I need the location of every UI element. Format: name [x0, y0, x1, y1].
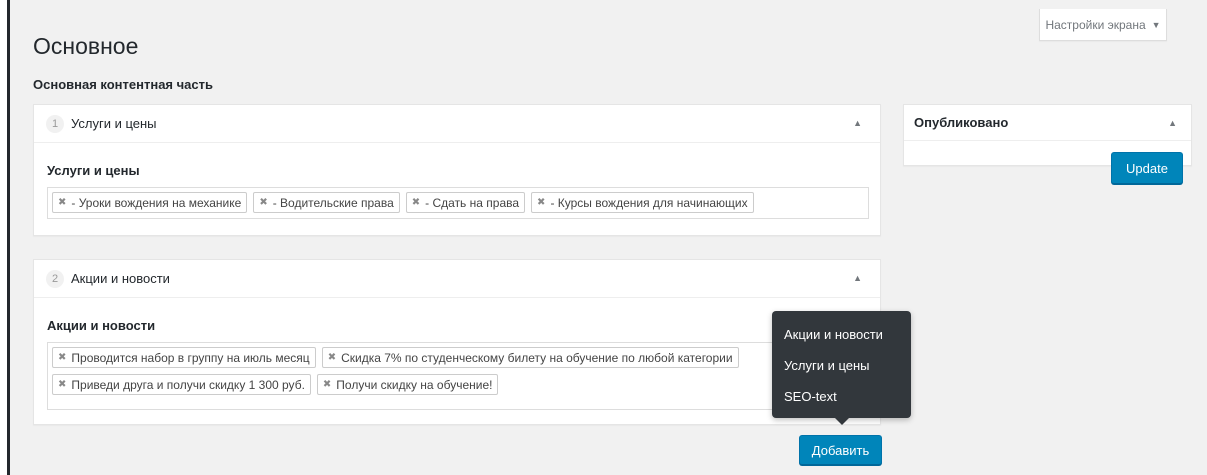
- close-icon[interactable]: ✖: [259, 197, 267, 208]
- popup-item-seo[interactable]: SEO-text: [772, 381, 911, 412]
- close-icon[interactable]: ✖: [537, 197, 545, 208]
- add-layout-popup: Акции и новости Услуги и цены SEO-text: [772, 311, 911, 425]
- relationship-item[interactable]: ✖ - Водительские права: [253, 192, 400, 213]
- relationship-item[interactable]: ✖ - Сдать на права: [405, 192, 526, 213]
- close-icon[interactable]: ✖: [58, 379, 66, 390]
- popup-item-services[interactable]: Услуги и цены: [772, 350, 911, 381]
- section-label: Основная контентная часть: [33, 77, 213, 92]
- layout-handle[interactable]: 1 Услуги и цены ▲: [34, 105, 880, 143]
- layout-title: Акции и новости: [71, 271, 170, 286]
- field-label: Услуги и цены: [47, 163, 140, 178]
- relationship-item[interactable]: ✖ Приведи друга и получи скидку 1 300 руб…: [52, 374, 311, 395]
- close-icon[interactable]: ✖: [412, 197, 420, 208]
- close-icon[interactable]: ✖: [323, 379, 331, 390]
- add-layout-button[interactable]: Добавить: [799, 435, 882, 465]
- relationship-item[interactable]: ✖ Скидка 7% по студенческому билету на об…: [321, 347, 739, 368]
- relationship-item[interactable]: ✖ - Уроки вождения на механике: [52, 192, 248, 213]
- update-button[interactable]: Update: [1111, 152, 1183, 184]
- flexible-layout-2: 2 Акции и новости ▲ Акции и новости ✖ Про…: [33, 259, 881, 425]
- close-icon[interactable]: ✖: [58, 352, 66, 363]
- field-label: Акции и новости: [47, 318, 156, 333]
- close-icon[interactable]: ✖: [328, 352, 336, 363]
- relationship-item[interactable]: ✖ - Курсы вождения для начинающих: [531, 192, 754, 213]
- relationship-field[interactable]: ✖ - Уроки вождения на механике ✖ - Водител…: [47, 187, 869, 219]
- close-icon[interactable]: ✖: [58, 197, 66, 208]
- publish-box-header[interactable]: Опубликовано ▲: [904, 105, 1191, 141]
- relationship-item[interactable]: ✖ Проводится набор в группу на июль месяц: [52, 347, 316, 368]
- flexible-layout-1: 1 Услуги и цены ▲ Услуги и цены ✖ - Уроки…: [33, 104, 881, 236]
- layout-title: Услуги и цены: [71, 116, 157, 131]
- admin-menu-edge: [0, 0, 10, 475]
- screen-options-label: Настройки экрана: [1045, 17, 1146, 32]
- triangle-down-icon: ▼: [1151, 19, 1161, 30]
- page-title: Основное: [33, 33, 139, 59]
- layout-order-badge: 1: [46, 114, 64, 133]
- triangle-up-icon[interactable]: ▲: [853, 118, 862, 128]
- relationship-item[interactable]: ✖ Получи скидку на обучение!: [316, 374, 499, 395]
- layout-handle[interactable]: 2 Акции и новости ▲: [34, 260, 880, 298]
- screen-options-button[interactable]: Настройки экрана ▼: [1039, 9, 1167, 41]
- triangle-up-icon[interactable]: ▲: [1168, 118, 1177, 128]
- popup-item-news[interactable]: Акции и новости: [772, 319, 911, 350]
- relationship-field[interactable]: ✖ Проводится набор в группу на июль месяц…: [47, 342, 869, 410]
- layout-order-badge: 2: [46, 269, 64, 288]
- publish-box-title: Опубликовано: [914, 115, 1009, 130]
- triangle-up-icon[interactable]: ▲: [853, 273, 862, 283]
